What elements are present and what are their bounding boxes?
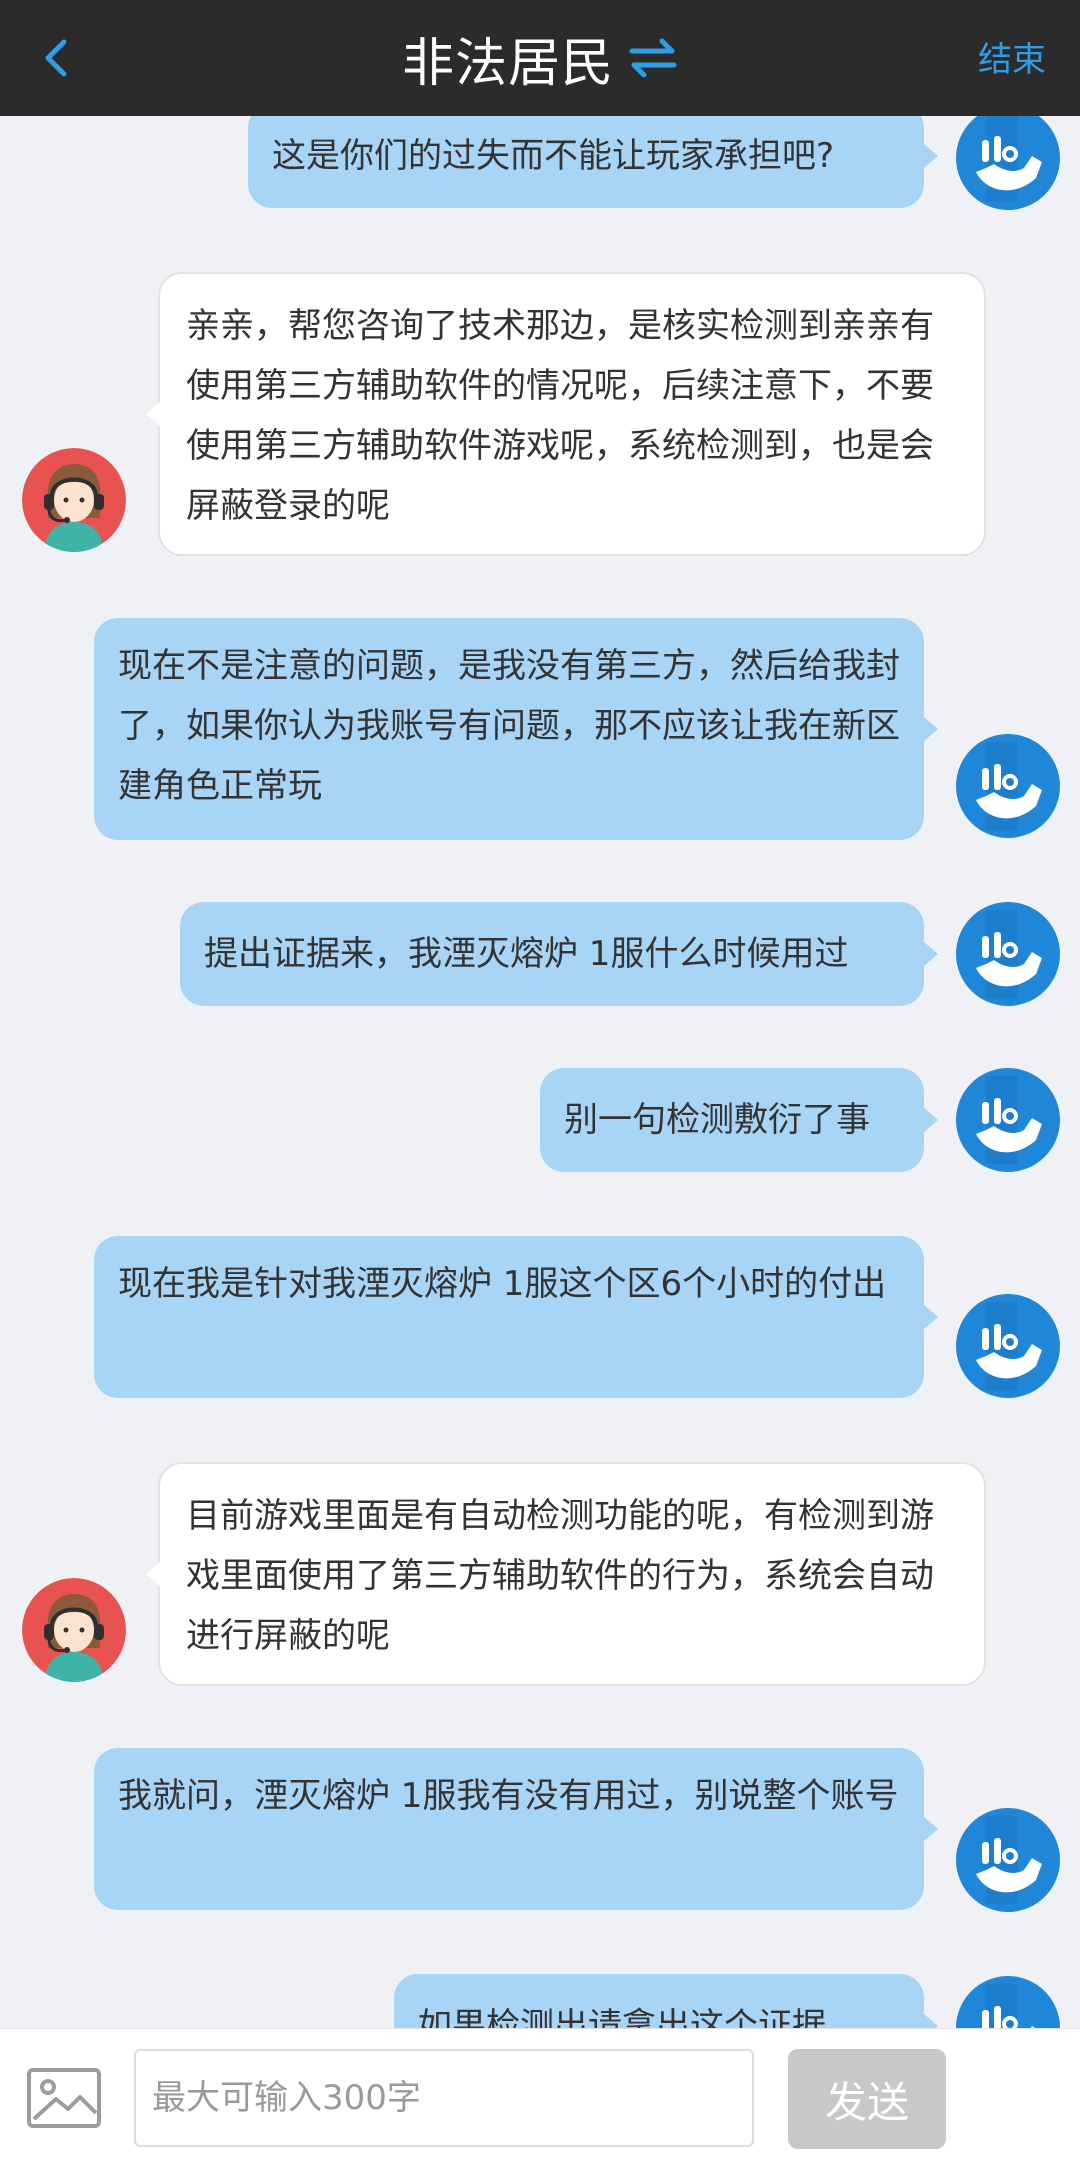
user-avatar <box>956 734 1060 838</box>
phone-icon <box>976 1076 1042 1164</box>
end-chat-button[interactable]: 结束 <box>978 32 1046 81</box>
message-agent: 亲亲，帮您咨询了技术那边，是核实检测到亲亲有使用第三方辅助软件的情况呢，后续注意… <box>0 272 1080 556</box>
title-area: 非法居民 <box>0 0 1080 116</box>
message-user: 如果检测出请拿出这个证据 <box>0 1974 1080 2028</box>
user-avatar <box>956 116 1060 210</box>
message-user: 我就问，湮灭熔炉 1服我有没有用过，别说整个账号 <box>0 1748 1080 1910</box>
chat-message-list[interactable]: 这是你们的过失而不能让玩家承担吧? 亲亲，帮您咨询了技术那边，是核实检测到亲亲有… <box>0 116 1080 2028</box>
phone-icon <box>976 910 1042 998</box>
page-title: 非法居民 <box>401 33 614 94</box>
send-button[interactable]: 发送 <box>788 2049 946 2149</box>
message-bubble: 如果检测出请拿出这个证据 <box>394 1974 938 2028</box>
user-avatar <box>956 902 1060 1006</box>
message-input-bar: 发送 <box>0 2028 1080 2160</box>
phone-icon <box>976 1816 1042 1904</box>
support-agent-icon <box>22 448 126 552</box>
message-bubble: 别一句检测敷衍了事 <box>540 1068 938 1172</box>
user-avatar <box>956 1294 1060 1398</box>
top-bar: 非法居民 结束 <box>0 0 1080 116</box>
user-avatar <box>956 1808 1060 1912</box>
message-user: 现在不是注意的问题，是我没有第三方，然后给我封了，如果你认为我账号有问题，那不应… <box>0 618 1080 842</box>
message-bubble: 我就问，湮灭熔炉 1服我有没有用过，别说整个账号 <box>94 1748 938 1910</box>
user-avatar <box>956 1068 1060 1172</box>
image-icon <box>27 2068 101 2128</box>
phone-icon <box>976 1302 1042 1390</box>
message-agent: 目前游戏里面是有自动检测功能的呢，有检测到游戏里面使用了第三方辅助软件的行为，系… <box>0 1462 1080 1686</box>
message-user: 这是你们的过失而不能让玩家承担吧? <box>0 116 1080 216</box>
message-bubble: 现在我是针对我湮灭熔炉 1服这个区6个小时的付出 <box>94 1236 938 1398</box>
message-bubble: 现在不是注意的问题，是我没有第三方，然后给我封了，如果你认为我账号有问题，那不应… <box>94 618 938 840</box>
phone-icon <box>976 116 1042 202</box>
agent-avatar <box>22 1578 126 1682</box>
agent-avatar <box>22 448 126 552</box>
image-picker-button[interactable] <box>26 2067 102 2129</box>
message-user: 提出证据来，我湮灭熔炉 1服什么时候用过 <box>0 902 1080 1006</box>
message-bubble: 提出证据来，我湮灭熔炉 1服什么时候用过 <box>180 902 938 1006</box>
message-input[interactable] <box>134 2049 754 2147</box>
phone-icon <box>976 742 1042 830</box>
message-bubble: 这是你们的过失而不能让玩家承担吧? <box>248 116 938 208</box>
message-bubble: 亲亲，帮您咨询了技术那边，是核实检测到亲亲有使用第三方辅助软件的情况呢，后续注意… <box>146 272 986 556</box>
swap-arrows-icon[interactable] <box>628 33 678 83</box>
message-bubble: 目前游戏里面是有自动检测功能的呢，有检测到游戏里面使用了第三方辅助软件的行为，系… <box>146 1462 986 1686</box>
message-user: 现在我是针对我湮灭熔炉 1服这个区6个小时的付出 <box>0 1236 1080 1398</box>
message-user: 别一句检测敷衍了事 <box>0 1068 1080 1172</box>
support-agent-icon <box>22 1578 126 1682</box>
